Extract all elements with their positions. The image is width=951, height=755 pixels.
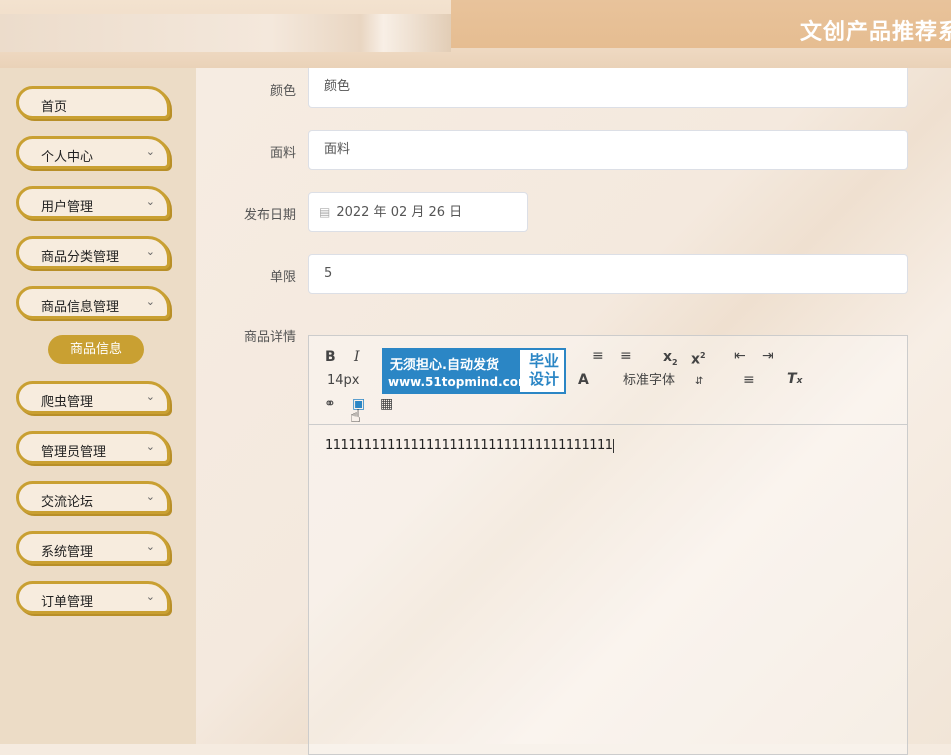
sidebar-item-label: 管理员管理 xyxy=(41,445,107,460)
sidebar-item-label: 爬虫管理 xyxy=(41,395,94,410)
bullet-list-icon[interactable]: ≡ xyxy=(620,348,632,364)
chevron-down-icon: ⌄ xyxy=(145,440,155,453)
watermark-line2: www.51topmind.com xyxy=(388,375,531,389)
editor-content[interactable]: 1111111111111111111111111111111111111 xyxy=(325,438,614,453)
app-title: 文创产品推荐系 xyxy=(800,20,951,45)
text-caret xyxy=(612,438,614,453)
publish-date-label: 发布日期 xyxy=(243,208,296,223)
sidebar-item-order-management[interactable]: 订单管理 ⌄ xyxy=(16,581,170,614)
sidebar-item-crawler-management[interactable]: 爬虫管理 ⌄ xyxy=(16,381,170,414)
chevron-down-icon: ⌄ xyxy=(145,195,155,208)
sidebar-item-label: 商品信息管理 xyxy=(41,300,120,315)
publish-date-value: 2022 年 02 月 26 日 xyxy=(336,205,463,220)
font-family-select[interactable]: 标准字体 ⇵ xyxy=(623,373,703,390)
align-left-icon[interactable]: ≡ xyxy=(743,372,755,388)
chevron-down-icon: ⌄ xyxy=(145,245,155,258)
header-banner xyxy=(0,14,451,52)
link-icon[interactable]: ⚭ xyxy=(324,396,336,412)
italic-icon[interactable]: I xyxy=(354,349,360,365)
sidebar-item-label: 系统管理 xyxy=(41,545,94,560)
sidebar-subitem-product-info[interactable]: 商品信息 xyxy=(48,335,144,364)
sidebar-item-label: 交流论坛 xyxy=(41,495,94,510)
sidebar-item-system-management[interactable]: 系统管理 ⌄ xyxy=(16,531,170,564)
sidebar-item-category-management[interactable]: 商品分类管理 ⌄ xyxy=(16,236,170,269)
select-arrows-icon: ⇵ xyxy=(695,376,704,387)
rich-text-editor: B I ≡ ≡ x2 x2 ⇤ ⇥ 14px A 标准字体 ⇵ ≡ Tx ⚭ ▣ … xyxy=(308,335,908,755)
watermark-right1: 毕业 xyxy=(528,352,559,370)
sidebar-item-label: 商品分类管理 xyxy=(41,250,120,265)
chevron-down-icon: ⌄ xyxy=(145,390,155,403)
sidebar-item-label: 首页 xyxy=(41,100,68,115)
calendar-icon: ▤ xyxy=(319,205,331,219)
superscript-icon[interactable]: x2 xyxy=(691,348,706,368)
sidebar-item-user-management[interactable]: 用户管理 ⌄ xyxy=(16,186,170,219)
sidebar-item-label: 订单管理 xyxy=(41,595,94,610)
detail-label: 商品详情 xyxy=(243,330,296,345)
fabric-label: 面料 xyxy=(269,146,296,161)
bold-icon[interactable]: B xyxy=(325,349,336,365)
watermark-line1: 无须担心.自动发货 xyxy=(390,358,499,373)
subscript-icon[interactable]: x2 xyxy=(663,349,678,371)
chevron-down-icon: ⌄ xyxy=(145,590,155,603)
font-family-value: 标准字体 xyxy=(623,373,676,388)
limit-input[interactable]: 5 xyxy=(308,254,908,294)
sidebar-item-label: 用户管理 xyxy=(41,200,94,215)
chevron-down-icon: ⌄ xyxy=(145,490,155,503)
watermark-left: 无须担心.自动发货 www.51topmind.com xyxy=(384,350,531,392)
editor-text: 1111111111111111111111111111111111111 xyxy=(325,438,613,453)
sidebar-item-product-management[interactable]: 商品信息管理 ⌄ xyxy=(16,286,170,319)
fabric-input[interactable]: 面料 xyxy=(308,130,908,170)
clear-format-icon[interactable]: Tx xyxy=(787,371,802,389)
clear-background-icon[interactable]: A xyxy=(578,372,589,388)
sidebar-item-admin-management[interactable]: 管理员管理 ⌄ xyxy=(16,431,170,464)
watermark-badge: 无须担心.自动发货 www.51topmind.com 毕业 设计 xyxy=(382,348,566,394)
color-input[interactable]: 颜色 xyxy=(308,68,908,108)
chevron-down-icon: ⌄ xyxy=(145,145,155,158)
video-icon[interactable]: ▦ xyxy=(380,396,393,412)
outdent-icon[interactable]: ⇤ xyxy=(734,348,746,364)
publish-date-picker[interactable]: ▤ 2022 年 02 月 26 日 xyxy=(308,192,528,232)
sidebar-item-forum[interactable]: 交流论坛 ⌄ xyxy=(16,481,170,514)
color-label: 颜色 xyxy=(269,84,296,99)
header: 文创产品推荐系 xyxy=(0,0,951,68)
chevron-down-icon: ⌄ xyxy=(145,540,155,553)
font-size-select[interactable]: 14px xyxy=(327,373,360,389)
limit-label: 单限 xyxy=(269,270,296,285)
hand-cursor-icon: ☝ xyxy=(350,406,361,427)
watermark-right: 毕业 设计 xyxy=(524,352,564,388)
sidebar-item-home[interactable]: 首页 xyxy=(16,86,170,119)
indent-icon[interactable]: ⇥ xyxy=(762,348,774,364)
chevron-down-icon: ⌄ xyxy=(145,295,155,308)
ordered-list-icon[interactable]: ≡ xyxy=(592,348,604,364)
sidebar-item-label: 个人中心 xyxy=(41,150,94,165)
sidebar-item-personal-center[interactable]: 个人中心 ⌄ xyxy=(16,136,170,169)
watermark-right2: 设计 xyxy=(528,370,559,388)
